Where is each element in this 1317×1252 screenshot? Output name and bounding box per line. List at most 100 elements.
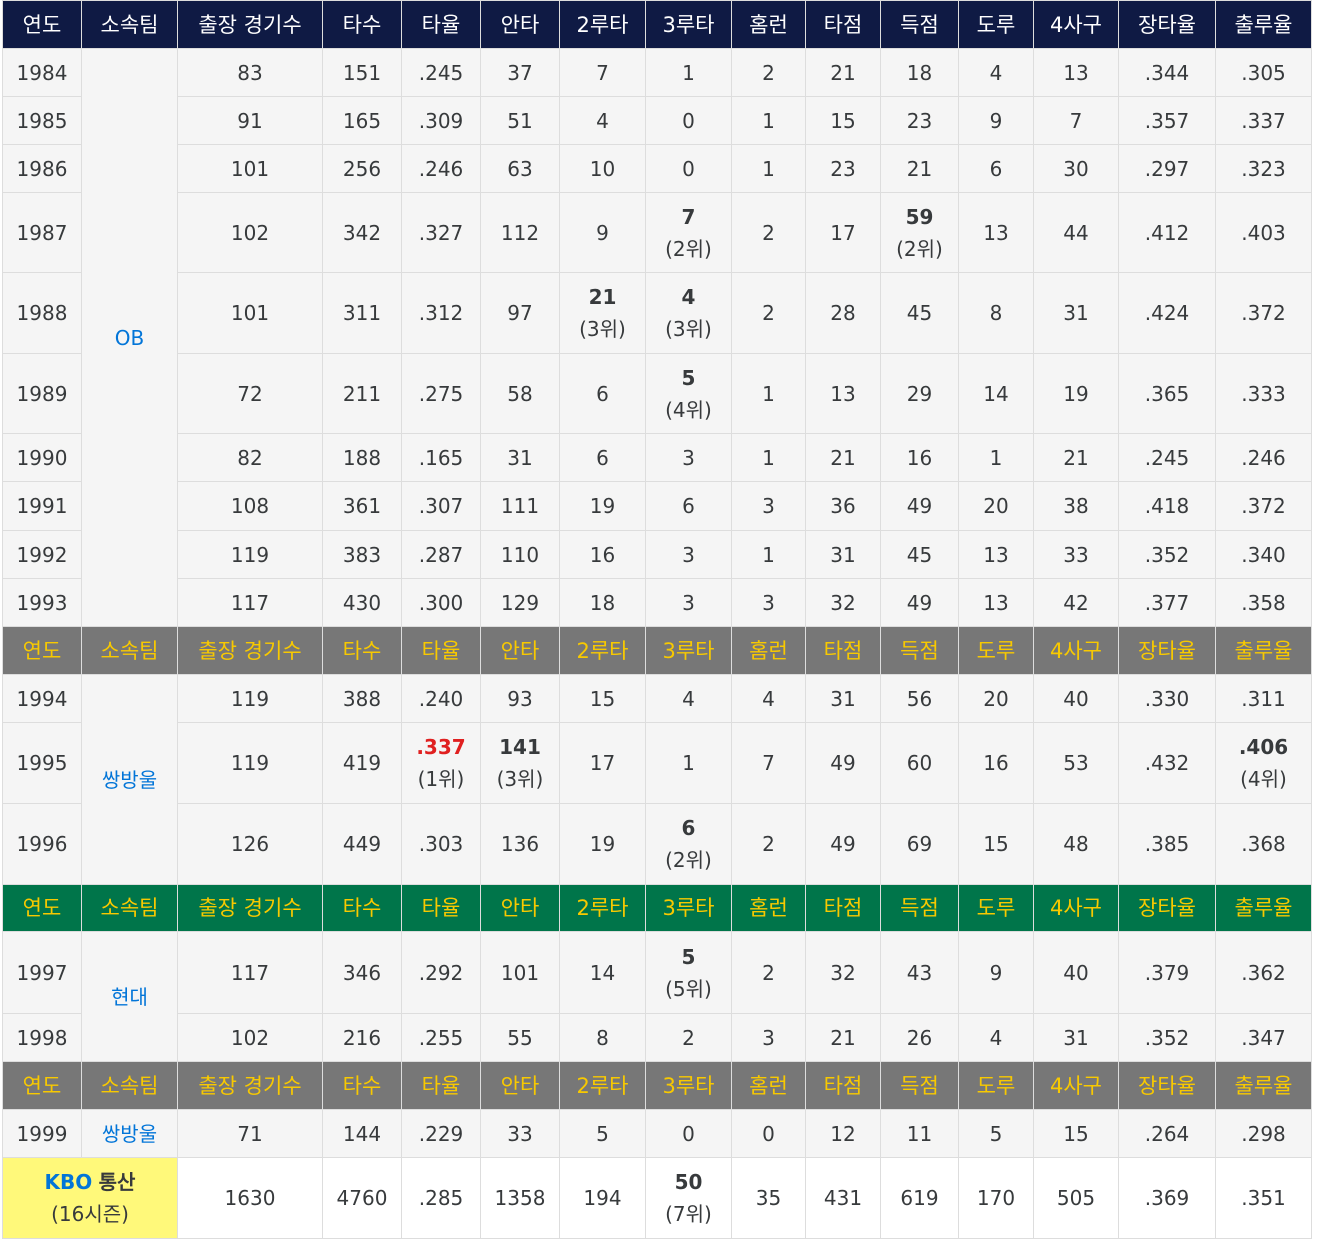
stat-cell: .323 (1215, 144, 1312, 193)
stat-cell: 15 (1033, 1109, 1119, 1158)
stat-cell: 13 (958, 578, 1034, 627)
stat-value: 6 (681, 816, 696, 840)
column-header: 홈런 (731, 1061, 806, 1110)
stat-cell: 101 (177, 144, 323, 193)
stat-cell: 40 (1033, 674, 1119, 723)
column-header: 2루타 (559, 0, 646, 49)
table-row: 1998 102 216.255 55 8 2 3 21 26 4 31.352.347 (2, 1013, 1312, 1062)
column-header: 타점 (805, 626, 881, 675)
column-header: 타점 (805, 0, 881, 49)
year-cell: 1994 (2, 674, 82, 723)
stat-cell: .358 (1215, 578, 1312, 627)
stat-cell: .337 (1위) (401, 722, 481, 804)
stat-cell: 29 (880, 353, 959, 434)
stat-cell: 21 (880, 144, 959, 193)
column-header: 타수 (322, 0, 402, 49)
stat-cell: 83 (177, 48, 323, 97)
stat-cell: 21 (1033, 433, 1119, 482)
stat-cell: 44 (1033, 192, 1119, 273)
stat-cell: 38 (1033, 481, 1119, 531)
year-cell: 1995 (2, 722, 82, 804)
stat-cell: 69 (880, 803, 959, 885)
stat-cell: 3 (731, 1013, 806, 1062)
stat-cell: .412 (1118, 192, 1216, 273)
stat-cell: 6 (2위) (645, 803, 732, 885)
column-header: 2루타 (559, 1061, 646, 1110)
table-row: 1984 OB 83 151.245 37 7 1 2 21 18 4 13.344.305 (2, 48, 1312, 627)
stat-cell: 15 (559, 674, 646, 723)
stat-value: 141 (499, 735, 541, 759)
stat-cell: 3 (731, 481, 806, 531)
stat-cell: .432 (1118, 722, 1216, 804)
stat-cell: 32 (805, 578, 881, 627)
stat-cell: 9 (559, 192, 646, 273)
team-link[interactable]: OB (81, 48, 178, 627)
stat-cell: 21 (805, 48, 881, 97)
column-header: 홈런 (731, 626, 806, 675)
team-link[interactable]: 쌍방울 (81, 674, 178, 885)
stat-cell: 45 (880, 272, 959, 354)
stat-cell: 188 (322, 433, 402, 482)
stat-cell: 45 (880, 530, 959, 579)
header-row: 연도 소속팀 출장 경기수 타수 타율 안타 2루타 3루타 홈런 타점 득점 도루 4사구 장타율 출루율 (2, 0, 1312, 49)
stat-cell: 56 (880, 674, 959, 723)
stat-value: 5 (681, 365, 696, 390)
table-row: 1987 102 342.327 112 9 7 (2위) 2 17 59 (2위) 13 44.412… (2, 192, 1312, 273)
stat-cell: 58 (480, 353, 560, 434)
stat-cell: .255 (401, 1013, 481, 1062)
stat-cell: 13 (1033, 48, 1119, 97)
column-header: 2루타 (559, 626, 646, 675)
stat-cell: 10 (559, 144, 646, 193)
stat-cell: 49 (880, 578, 959, 627)
rank-note: (1위) (417, 767, 465, 791)
stat-cell: 59 (2위) (880, 192, 959, 273)
column-header: 장타율 (1118, 884, 1216, 932)
stat-value: 4 (681, 285, 696, 309)
stat-cell: 117 (177, 931, 323, 1014)
stat-cell: 23 (880, 96, 959, 145)
stat-cell: 101 (177, 272, 323, 354)
stat-cell: 53 (1033, 722, 1119, 804)
team-link[interactable]: 현대 (81, 931, 178, 1062)
stat-cell: 32 (805, 931, 881, 1014)
column-header: 3루타 (645, 884, 732, 932)
rank-note: (7위) (665, 1202, 712, 1226)
stat-cell: 15 (958, 803, 1034, 885)
stat-cell: 3 (645, 530, 732, 579)
stat-cell: 23 (805, 144, 881, 193)
total-stat-cell: .369 (1118, 1157, 1216, 1239)
stat-cell: 119 (177, 530, 323, 579)
stat-cell: 4 (731, 674, 806, 723)
stat-cell: .379 (1118, 931, 1216, 1014)
stat-cell: 15 (805, 96, 881, 145)
stat-cell: .357 (1118, 96, 1216, 145)
total-stat-cell: 35 (731, 1157, 806, 1239)
year-cell: 1996 (2, 803, 82, 885)
total-row: KBO 통산 (16시즌) 1630 4760.285 1358 194 50 (7위) 35 4… (2, 1157, 1312, 1239)
column-header: 득점 (880, 0, 959, 49)
year-cell: 1984 (2, 48, 82, 97)
stat-cell: .403 (1215, 192, 1312, 273)
stat-cell: .327 (401, 192, 481, 273)
rank-note: (4위) (665, 397, 712, 422)
column-header: 장타율 (1118, 0, 1216, 49)
stat-cell: .309 (401, 96, 481, 145)
header-row: 연도 소속팀 출장 경기수 타수 타율 안타 2루타 3루타 홈런 타점 득점 도루 4사구 장타율 출루율 (2, 884, 1312, 932)
total-stat-cell: 4760 (322, 1157, 402, 1239)
stat-cell: 31 (1033, 1013, 1119, 1062)
column-header: 타수 (322, 884, 402, 932)
stat-cell: .333 (1215, 353, 1312, 434)
team-link[interactable]: 쌍방울 (81, 1109, 178, 1158)
kbo-link[interactable]: KBO (45, 1170, 93, 1194)
column-header: 연도 (2, 1061, 82, 1110)
stat-cell: 72 (177, 353, 323, 434)
stat-cell: 13 (958, 192, 1034, 273)
stat-cell: 0 (645, 144, 732, 193)
column-header: 장타율 (1118, 1061, 1216, 1110)
stat-cell: .303 (401, 803, 481, 885)
stat-cell: 5 (4위) (645, 353, 732, 434)
stat-cell: 26 (880, 1013, 959, 1062)
stat-cell: .330 (1118, 674, 1216, 723)
stat-cell: 112 (480, 192, 560, 273)
stat-cell: 51 (480, 96, 560, 145)
